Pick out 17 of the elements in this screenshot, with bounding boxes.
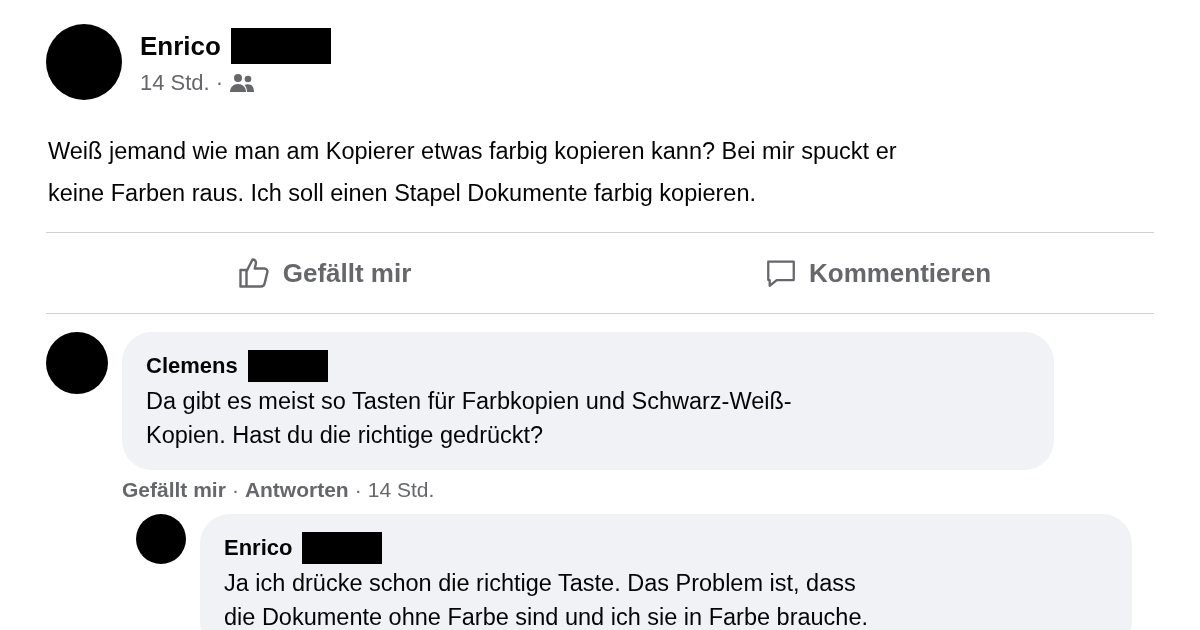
separator-dot: · [354, 478, 362, 502]
post-time: 14 Std. [140, 70, 210, 96]
comment-action-link[interactable]: Gefällt mir [122, 478, 226, 502]
author-name[interactable]: Enrico [140, 30, 221, 62]
author-name[interactable]: Enrico [224, 535, 293, 561]
author-name[interactable]: Clemens [146, 353, 238, 379]
post-text: Weiß jemand wie man am Kopierer etwas farbig kopieren kann? Bei mir spuckt er keine Farben raus. Ich soll einen Stapel Dokumente farbig kopieren. [48, 137, 898, 208]
people-icon [229, 73, 256, 93]
avatar[interactable] [136, 514, 186, 564]
like-button[interactable]: Gefällt mir [46, 233, 600, 313]
separator-dot: · [215, 70, 224, 96]
comment-time: 14 Std. [367, 478, 435, 502]
comment-action-link[interactable]: Antworten [244, 478, 349, 502]
comment-text: Da gibt es meist so Tasten für Farbkopien und Schwarz-Weiß- Kopien. Hast du die richtige gedrückt? [146, 387, 793, 450]
comment-text: Ja ich drücke schon die richtige Taste. Das Problem ist, dass die Dokumente ohne Farbe sind und ich sie in Farbe brauche. [224, 569, 870, 630]
comment-button[interactable]: Kommentieren [600, 233, 1154, 313]
separator-dot: · [231, 478, 239, 502]
